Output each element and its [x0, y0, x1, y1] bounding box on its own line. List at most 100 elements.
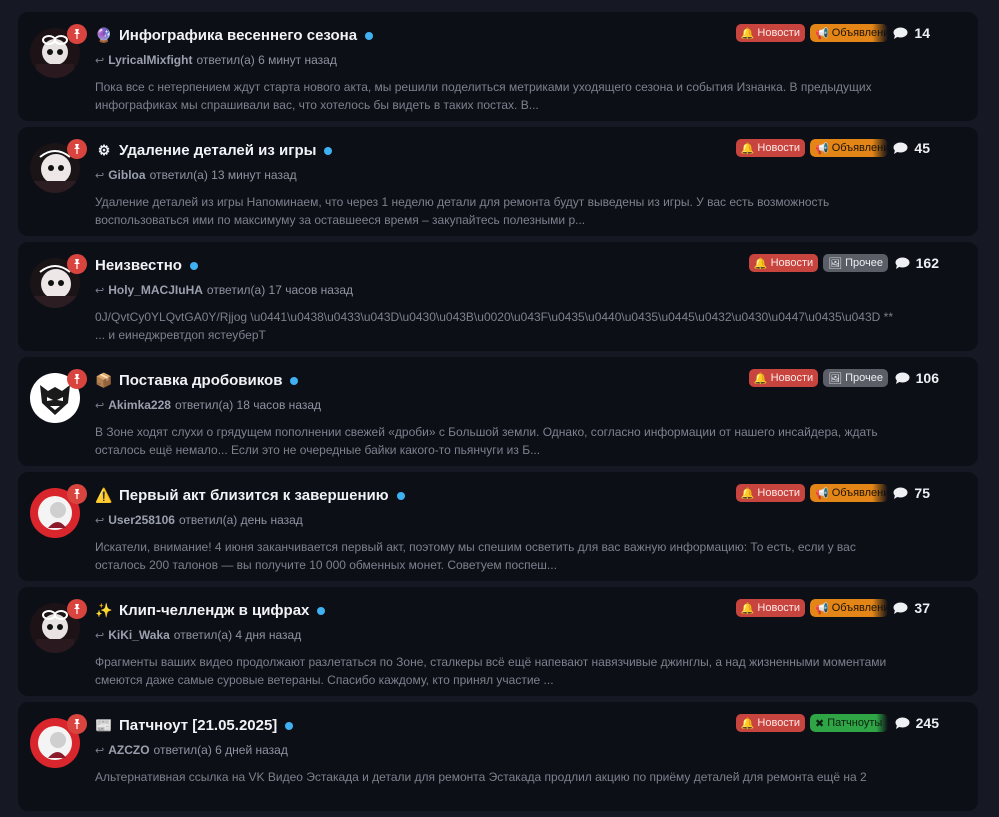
comment-bubble-icon	[893, 27, 908, 39]
last-reply-user[interactable]: Akimka228	[108, 398, 171, 412]
topic-title-row[interactable]: ⚙ Удаление деталей из игры	[95, 142, 333, 159]
tag-announcements[interactable]: 📢Объявления	[810, 139, 888, 157]
bell-icon: 🔔	[740, 602, 755, 615]
topic-title-row[interactable]: 🔮 Инфографика весеннего сезона	[95, 27, 374, 44]
tag-news[interactable]: 🔔 Новости	[748, 369, 819, 387]
topic-title[interactable]: Удаление деталей из игры	[119, 142, 316, 159]
unread-dot-icon	[396, 491, 405, 500]
last-reply-time: ответил(а) 6 минут назад	[196, 53, 337, 67]
comment-bubble-icon	[895, 257, 910, 269]
tag-other[interactable]: 🖼 Прочее	[823, 254, 888, 272]
comment-count: 37	[893, 600, 930, 616]
last-reply-user[interactable]: Gibloa	[108, 168, 145, 182]
comment-bubble-icon	[893, 487, 908, 499]
bell-icon: 🔔	[740, 717, 755, 730]
topic-title[interactable]: Инфографика весеннего сезона	[119, 27, 357, 44]
title-emoji-icon: ✨	[95, 602, 113, 618]
unread-dot-icon	[290, 376, 299, 385]
topic-title-row[interactable]: 📰 Патчноут [21.05.2025]	[95, 717, 294, 734]
reply-icon: ↩	[95, 744, 105, 757]
pin-icon	[67, 714, 87, 734]
topic-title[interactable]: Клип-челлендж в цифрах	[119, 602, 309, 619]
tag-announcements[interactable]: 📢Объявления	[810, 599, 888, 617]
topic-meta: ↩ Gibloa ответил(а) 13 минут назад	[95, 168, 297, 182]
last-reply-user[interactable]: User258106	[108, 513, 175, 527]
bell-icon: 🔔	[740, 27, 755, 40]
topic-meta: ↩ LyricalMixfight ответил(а) 6 минут наз…	[95, 53, 337, 67]
comment-count: 45	[893, 140, 930, 156]
comment-bubble-icon	[893, 602, 908, 614]
topic-card[interactable]: ⚠️ Первый акт близится к завершению ↩ Us…	[18, 472, 978, 581]
topic-tags: 🔔Новости 📢Объявления	[735, 484, 888, 502]
topic-tags: 🔔 Новости 🖼 Прочее	[748, 369, 888, 387]
topic-excerpt: 0J/QvtCy0YLQvtGA0Y/Rjjog \u0441\u0438\u0…	[95, 310, 893, 342]
last-reply-user[interactable]: KiKi_Waka	[108, 628, 170, 642]
tag-news[interactable]: 🔔 Новости	[735, 484, 805, 502]
topic-feed: 🔮 Инфографика весеннего сезона ↩ Lyrical…	[18, 12, 978, 817]
topic-title-row[interactable]: Неизвестно	[95, 257, 198, 274]
tag-news[interactable]: 🔔 Новости	[735, 714, 805, 732]
last-reply-user[interactable]: Holy_MACJIuHA	[108, 283, 203, 297]
topic-title[interactable]: Первый акт близится к завершению	[119, 487, 389, 504]
last-reply-time: ответил(а) 17 часов назад	[206, 283, 353, 297]
title-emoji-icon: ⚠️	[95, 487, 113, 503]
pin-icon	[67, 139, 87, 159]
tag-news[interactable]: 🔔 Новости	[748, 254, 819, 272]
image-icon: 🖼	[828, 372, 843, 385]
reply-icon: ↩	[95, 399, 105, 412]
tag-announcements[interactable]: 📢Объявления	[810, 484, 888, 502]
topic-excerpt: Удаление деталей из игры Напоминаем, что…	[95, 195, 830, 227]
tag-other[interactable]: 🖼 Прочее	[823, 369, 888, 387]
topic-card[interactable]: 🔮 Инфографика весеннего сезона ↩ Lyrical…	[18, 12, 978, 121]
topic-excerpt: В Зоне ходят слухи о грядущем пополнении…	[95, 425, 878, 457]
topic-card[interactable]: Неизвестно ↩ Holy_MACJIuHA ответил(а) 17…	[18, 242, 978, 351]
bell-icon: 🔔	[753, 257, 768, 270]
pin-icon	[67, 599, 87, 619]
topic-card[interactable]: 📦 Поставка дробовиков ↩ Akimka228 ответи…	[18, 357, 978, 466]
pin-icon	[67, 254, 87, 274]
reply-icon: ↩	[95, 54, 105, 67]
last-reply-user[interactable]: AZCZO	[108, 743, 149, 757]
title-emoji-icon: 📰	[95, 717, 113, 733]
last-reply-time: ответил(а) 18 часов назад	[174, 398, 322, 412]
title-emoji-icon: 🔮	[95, 27, 113, 43]
topic-tags: 🔔Новости 📢Объявления	[735, 24, 888, 42]
last-reply-time: ответил(а) день назад	[178, 513, 303, 527]
topic-card[interactable]: ⚙ Удаление деталей из игры ↩ Gibloa отве…	[18, 127, 978, 236]
topic-excerpt: Альтернативная ссылка на VK Видео Эстака…	[95, 770, 867, 784]
unread-dot-icon	[285, 721, 294, 730]
topic-excerpt: Искатели, внимание! 4 июня заканчивается…	[95, 540, 856, 572]
last-reply-user[interactable]: LyricalMixfight	[108, 53, 192, 67]
tag-news[interactable]: 🔔 Новости	[735, 24, 805, 42]
comment-count: 106	[895, 370, 939, 386]
topic-title-row[interactable]: 📦 Поставка дробовиков	[95, 372, 299, 389]
topic-tags: 🔔 Новости ✖ Патчноуты	[735, 714, 888, 732]
topic-title[interactable]: Патчноут [21.05.2025]	[119, 717, 277, 734]
topic-meta: ↩ Holy_MACJIuHA ответил(а) 17 часов наза…	[95, 283, 353, 297]
pin-icon	[67, 484, 87, 504]
last-reply-time: ответил(а) 4 дня назад	[173, 628, 302, 642]
topic-title-row[interactable]: ⚠️ Первый акт близится к завершению	[95, 487, 405, 504]
tag-news[interactable]: 🔔 Новости	[735, 599, 805, 617]
tools-icon: ✖	[815, 717, 825, 730]
megaphone-icon: 📢	[815, 602, 829, 615]
unread-dot-icon	[324, 146, 333, 155]
reply-icon: ↩	[95, 284, 105, 297]
pin-icon	[67, 24, 87, 44]
comment-bubble-icon	[895, 372, 910, 384]
tag-announcements[interactable]: 📢Объявления	[810, 24, 888, 42]
topic-title-row[interactable]: ✨ Клип-челлендж в цифрах	[95, 602, 326, 619]
topic-tags: 🔔Новости 📢Объявления	[735, 139, 888, 157]
tag-news[interactable]: 🔔 Новости	[735, 139, 805, 157]
topic-title[interactable]: Неизвестно	[95, 257, 182, 274]
topic-card[interactable]: ✨ Клип-челлендж в цифрах ↩ KiKi_Waka отв…	[18, 587, 978, 696]
topic-card[interactable]: 📰 Патчноут [21.05.2025] ↩ AZCZO ответил(…	[18, 702, 978, 811]
bell-icon: 🔔	[753, 372, 768, 385]
tag-patchnotes[interactable]: ✖ Патчноуты	[810, 714, 888, 732]
topic-title[interactable]: Поставка дробовиков	[119, 372, 282, 389]
megaphone-icon: 📢	[815, 27, 829, 40]
unread-dot-icon	[365, 31, 374, 40]
megaphone-icon: 📢	[815, 487, 829, 500]
reply-icon: ↩	[95, 629, 105, 642]
topic-meta: ↩ User258106 ответил(а) день назад	[95, 513, 303, 527]
